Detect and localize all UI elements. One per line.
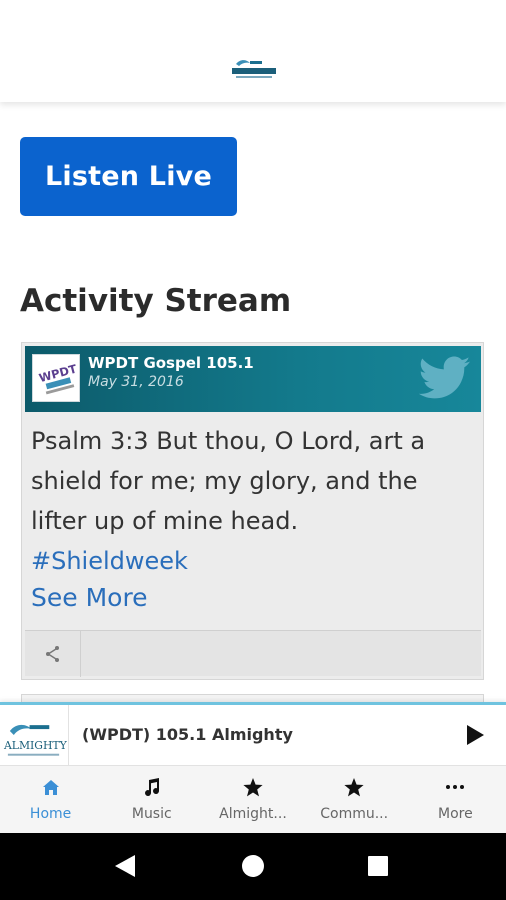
recent-apps-icon[interactable] — [368, 856, 388, 876]
nav-label: Music — [131, 806, 172, 822]
now-playing-title: (WPDT) 105.1 Almighty — [82, 725, 293, 744]
station-logo[interactable] — [230, 56, 278, 82]
author-avatar: WPDT — [32, 354, 80, 402]
post-header: WPDT WPDT Gospel 105.1 May 31, 2016 — [25, 346, 481, 412]
nav-label: Home — [29, 806, 72, 822]
play-icon[interactable] — [463, 723, 487, 747]
post-body: Psalm 3:3 But thou, O Lord, art a shield… — [31, 421, 471, 581]
now-playing-bar[interactable]: ALMIGHTY (WPDT) 105.1 Almighty — [0, 702, 506, 765]
home-circle-icon[interactable] — [242, 855, 264, 877]
nav-label: More — [437, 806, 473, 822]
app-header — [0, 0, 506, 102]
nav-almighty[interactable]: Almight... — [202, 766, 303, 834]
post-hashtag-link[interactable]: #Shieldweek — [31, 541, 471, 581]
star-icon — [343, 776, 365, 798]
see-more-link[interactable]: See More — [31, 583, 148, 612]
nav-home[interactable]: Home — [0, 766, 101, 834]
share-icon — [45, 646, 59, 662]
more-dots-icon — [444, 776, 466, 798]
player-station-logo: ALMIGHTY — [0, 705, 69, 765]
post-actions-bar — [25, 630, 481, 677]
listen-live-button[interactable]: Listen Live — [20, 137, 237, 216]
star-icon — [242, 776, 264, 798]
nav-community[interactable]: Commu... — [304, 766, 405, 834]
activity-stream-title: Activity Stream — [20, 283, 292, 319]
post-author[interactable]: WPDT Gospel 105.1 — [88, 354, 254, 372]
nav-label: Commu... — [320, 806, 389, 822]
post-text: Psalm 3:3 But thou, O Lord, art a shield… — [31, 427, 426, 535]
nav-more[interactable]: More — [405, 766, 506, 834]
back-icon[interactable] — [113, 853, 137, 879]
activity-post-card[interactable]: WPDT WPDT Gospel 105.1 May 31, 2016 Psal… — [21, 342, 484, 680]
nav-label: Almight... — [219, 806, 287, 822]
nav-music[interactable]: Music — [101, 766, 202, 834]
twitter-bird-icon — [419, 356, 471, 399]
music-note-icon — [141, 776, 163, 798]
player-logo-text: ALMIGHTY — [3, 739, 68, 752]
home-icon — [40, 776, 62, 798]
post-date: May 31, 2016 — [88, 374, 184, 390]
system-navigation-bar — [0, 833, 506, 900]
share-button[interactable] — [25, 631, 81, 677]
bottom-navigation: Home Music Almight... Commu... More — [0, 765, 506, 833]
